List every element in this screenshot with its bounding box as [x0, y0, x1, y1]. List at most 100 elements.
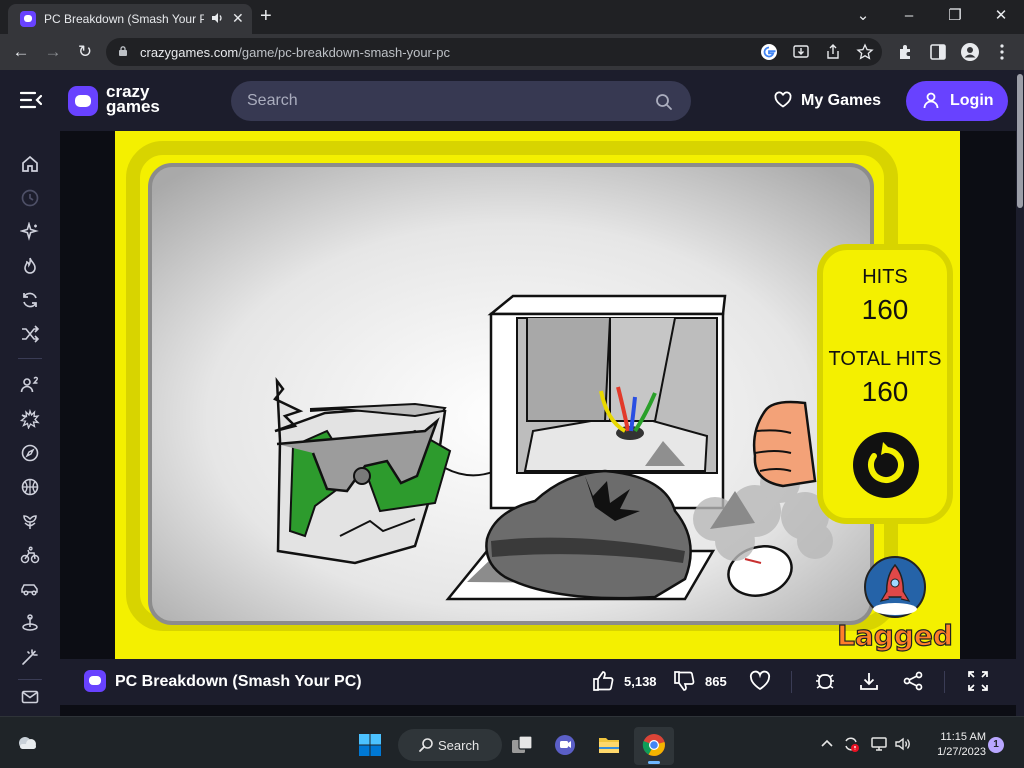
new-tab-plus-icon[interactable]: +	[260, 5, 272, 27]
search-icon[interactable]	[655, 93, 673, 111]
minimize-icon[interactable]: –	[899, 6, 919, 26]
sidebar-recent-clock-icon[interactable]	[20, 188, 40, 208]
tab-title: PC Breakdown (Smash Your PC)	[44, 12, 204, 26]
total-hits-value: 160	[861, 376, 909, 407]
fist-cursor[interactable]	[752, 400, 817, 488]
logo-text: crazy games	[106, 82, 160, 116]
sidebar-home-icon[interactable]	[20, 154, 40, 174]
user-icon	[923, 92, 939, 109]
crazygames-logo[interactable]: crazy games	[68, 82, 178, 120]
sidebar-car-icon[interactable]	[20, 579, 40, 599]
report-bug-icon[interactable]	[814, 670, 836, 692]
sidebar-casual-flower-icon[interactable]	[20, 511, 40, 531]
restart-icon	[868, 442, 904, 483]
side-panel-icon[interactable]	[928, 42, 948, 62]
hits-value: 160	[861, 294, 909, 325]
sidebar-divider	[18, 679, 42, 680]
windows-start-icon[interactable]	[358, 733, 382, 757]
profile-icon[interactable]	[960, 42, 980, 62]
google-lens-icon[interactable]	[760, 43, 778, 61]
menu-toggle-icon[interactable]	[20, 90, 42, 110]
site-search-box[interactable]	[231, 81, 691, 121]
dislike-thumbs-down-icon[interactable]	[673, 670, 695, 692]
sidebar-contact-mail-icon[interactable]	[20, 687, 40, 707]
sidebar-2-player-icon[interactable]	[20, 375, 40, 395]
sync-alert-icon[interactable]	[842, 735, 860, 753]
info-bar-divider	[944, 671, 945, 693]
sidebar	[0, 131, 60, 716]
install-app-icon[interactable]	[792, 43, 810, 61]
sidebar-clicker-icon[interactable]	[20, 613, 40, 633]
notification-badge[interactable]: 1	[988, 737, 1004, 753]
sidebar-new-sparkle-icon[interactable]	[19, 221, 40, 242]
hits-panel: HITS 160 TOTAL HITS 160	[817, 244, 953, 524]
sidebar-updated-refresh-icon[interactable]	[20, 290, 40, 310]
share-icon[interactable]	[824, 43, 842, 61]
taskbar-clock[interactable]: 11:15 AM 1/27/2023	[920, 730, 986, 760]
reload-icon[interactable]: ↻	[74, 41, 96, 63]
restore-icon[interactable]: ❐	[945, 6, 965, 26]
browser-tab-strip: PC Breakdown (Smash Your PC) ✕ + ⌄ – ❐ ✕	[0, 0, 1024, 34]
clock-date: 1/27/2023	[937, 746, 986, 758]
favorite-heart-icon[interactable]	[749, 670, 771, 692]
page-below-game	[60, 705, 1016, 716]
browser-tab[interactable]: PC Breakdown (Smash Your PC) ✕	[8, 4, 252, 34]
game-canvas[interactable]: HITS 160 TOTAL HITS 160 Lagged	[115, 131, 960, 659]
lagged-rocket-logo: Lagged	[836, 556, 954, 653]
sidebar-divider	[18, 358, 42, 359]
page-scrollbar-thumb[interactable]	[1017, 74, 1023, 208]
windows-taskbar: Search 11:15 AM 1/27/2023 1	[0, 716, 1024, 768]
hits-label: HITS	[862, 266, 908, 288]
address-bar[interactable]: crazygames.com/game/pc-breakdown-smash-y…	[106, 38, 882, 66]
crazygames-favicon	[20, 11, 36, 27]
lock-icon	[119, 46, 127, 56]
chrome-icon	[642, 734, 665, 756]
clock-time: 11:15 AM	[940, 731, 986, 743]
active-app-indicator	[648, 761, 660, 764]
search-input[interactable]	[247, 89, 637, 113]
back-arrow-icon[interactable]: ←	[10, 41, 32, 63]
sidebar-magic-wand-icon[interactable]	[20, 647, 40, 667]
my-games-label: My Games	[801, 92, 882, 109]
login-button[interactable]: Login	[906, 81, 1008, 121]
lagged-wordmark: Lagged	[837, 619, 953, 652]
weather-cloud-icon[interactable]	[16, 732, 40, 752]
task-view-icon[interactable]	[510, 733, 534, 757]
download-icon[interactable]	[858, 670, 880, 692]
total-hits-label: TOTAL HITS	[828, 348, 942, 370]
crazygames-small-logo-icon	[84, 670, 106, 692]
display-icon[interactable]	[870, 735, 888, 753]
tab-close-icon[interactable]: ✕	[232, 10, 244, 27]
restart-button[interactable]	[853, 432, 919, 498]
sidebar-adventure-compass-icon[interactable]	[20, 443, 40, 463]
sidebar-basketball-icon[interactable]	[20, 477, 40, 497]
dislike-count: 865	[705, 674, 727, 689]
like-thumbs-up-icon[interactable]	[592, 670, 614, 692]
share-icon[interactable]	[902, 670, 924, 692]
sidebar-bike-icon[interactable]	[20, 545, 40, 565]
forward-arrow-icon[interactable]: →	[42, 41, 64, 63]
fullscreen-icon[interactable]	[967, 670, 989, 692]
chrome-taskbar-button[interactable]	[634, 727, 674, 765]
tab-search-chevron-icon[interactable]: ⌄	[853, 6, 873, 26]
volume-icon[interactable]	[894, 735, 912, 753]
search-icon	[419, 738, 433, 752]
sidebar-trending-flame-icon[interactable]	[20, 256, 40, 276]
info-bar-divider	[791, 671, 792, 693]
speaker-icon[interactable]	[210, 11, 224, 25]
browser-toolbar: ← → ↻ crazygames.com/game/pc-breakdown-s…	[0, 34, 1024, 70]
game-title: PC Breakdown (Smash Your PC)	[115, 673, 362, 690]
heart-icon	[774, 91, 792, 108]
taskbar-search-box[interactable]: Search	[398, 729, 502, 761]
sidebar-action-explosion-icon[interactable]	[19, 408, 40, 430]
show-hidden-icons-chevron-icon[interactable]	[818, 735, 836, 753]
sidebar-random-shuffle-icon[interactable]	[20, 324, 40, 344]
taskbar-search-label: Search	[438, 738, 480, 753]
bookmark-star-icon[interactable]	[856, 43, 874, 61]
extensions-puzzle-icon[interactable]	[896, 42, 916, 62]
browser-menu-icon[interactable]	[992, 42, 1012, 62]
file-explorer-icon[interactable]	[597, 733, 621, 757]
window-close-icon[interactable]: ✕	[991, 6, 1011, 26]
lagged-logo[interactable]: Lagged	[836, 553, 955, 653]
teams-chat-icon[interactable]	[553, 733, 577, 757]
